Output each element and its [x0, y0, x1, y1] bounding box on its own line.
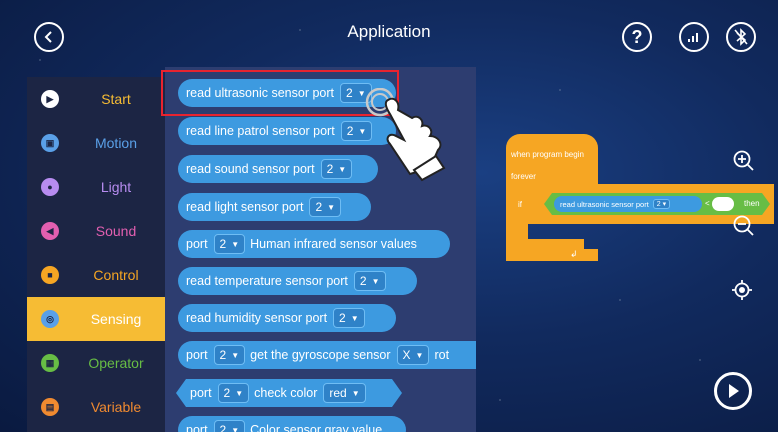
- bluetooth-off-icon: [734, 28, 748, 46]
- page-title: Application: [347, 22, 431, 41]
- sensor-icon: ◎: [41, 310, 59, 328]
- if-label: if: [518, 200, 522, 209]
- signal-button[interactable]: [679, 22, 709, 52]
- then-label: then: [744, 199, 760, 208]
- block-text: get the gyroscope sensor: [250, 348, 391, 362]
- block-text: read humidity sensor port: [186, 311, 328, 325]
- variable-icon: ▤: [41, 398, 59, 416]
- port-dropdown[interactable]: 2 ▼: [213, 234, 246, 254]
- block-human-infrared[interactable]: port 2 ▼ Human infrared sensor values: [178, 230, 450, 258]
- sidebar-item-label: Variable: [90, 399, 142, 415]
- hat-block-label: when program begin: [511, 150, 584, 159]
- block-text: port: [190, 386, 212, 400]
- sidebar-item-light[interactable]: ● Light: [27, 165, 165, 209]
- port-dropdown[interactable]: 2 ▼: [309, 197, 342, 217]
- block-text: read sound sensor port: [186, 162, 315, 176]
- top-bar: Application ?: [0, 0, 778, 68]
- port-dropdown[interactable]: 2 ▼: [213, 420, 246, 432]
- bulb-icon: ●: [41, 178, 59, 196]
- block-text: port: [186, 348, 208, 362]
- zoom-in-icon[interactable]: [733, 150, 755, 172]
- port-dropdown[interactable]: 2 ▾: [652, 199, 671, 209]
- forever-bottom: [506, 249, 598, 261]
- help-button[interactable]: ?: [622, 22, 652, 52]
- block-text: read line patrol sensor port: [186, 124, 335, 138]
- play-icon: [729, 384, 739, 398]
- run-button[interactable]: [714, 372, 752, 410]
- sidebar-item-label: Start: [101, 91, 131, 107]
- play-icon: ▶: [41, 90, 59, 108]
- block-gyroscope[interactable]: port 2 ▼ get the gyroscope sensor X ▼ rot: [178, 341, 476, 369]
- sidebar-item-label: Operator: [88, 355, 144, 371]
- loop-arrow-icon: ↲: [570, 249, 578, 259]
- gamepad-icon: ■: [41, 266, 59, 284]
- reporter-text: read ultrasonic sensor port: [560, 199, 649, 209]
- sidebar-item-label: Light: [100, 179, 132, 195]
- color-dropdown[interactable]: red ▼: [323, 383, 365, 403]
- port-dropdown[interactable]: 2 ▼: [353, 271, 386, 291]
- block-text: port: [186, 423, 208, 432]
- speaker-icon: ◀: [41, 222, 59, 240]
- axis-dropdown[interactable]: X ▼: [396, 345, 430, 365]
- block-read-light[interactable]: read light sensor port 2 ▼: [178, 193, 371, 221]
- operator-label: <: [705, 199, 710, 208]
- sidebar-item-motion[interactable]: ▣ Motion: [27, 121, 165, 165]
- block-check-color[interactable]: port 2 ▼ check color red ▼: [176, 379, 402, 407]
- port-dropdown[interactable]: 2 ▼: [218, 383, 250, 403]
- forever-label: forever: [511, 172, 536, 181]
- ultrasonic-sensor-reporter[interactable]: read ultrasonic sensor port 2 ▾: [554, 196, 702, 212]
- port-dropdown[interactable]: 2 ▼: [213, 345, 246, 365]
- sidebar-item-sensing[interactable]: ◎ Sensing: [27, 297, 165, 341]
- question-icon: ?: [631, 26, 643, 47]
- sidebar-item-sound[interactable]: ◀ Sound: [27, 209, 165, 253]
- tap-hand-icon: [365, 88, 446, 182]
- bluetooth-button[interactable]: [726, 22, 756, 52]
- calculator-icon: ▦: [41, 354, 59, 372]
- sidebar-item-variable[interactable]: ▤ Variable: [27, 385, 165, 429]
- category-sidebar: ▶ Start ▣ Motion ● Light ◀ Sound ■ Contr…: [27, 77, 165, 432]
- block-text: port: [186, 237, 208, 251]
- block-text: check color: [254, 386, 318, 400]
- block-text: read temperature sensor port: [186, 274, 348, 288]
- value-slot[interactable]: [712, 197, 734, 211]
- hat-block[interactable]: [506, 134, 598, 164]
- block-text: read light sensor port: [186, 200, 304, 214]
- signal-icon: [688, 33, 698, 42]
- zoom-out-icon[interactable]: [733, 215, 755, 237]
- block-text: rot: [434, 348, 450, 362]
- sidebar-item-start[interactable]: ▶ Start: [27, 77, 165, 121]
- port-dropdown[interactable]: 2 ▼: [320, 159, 353, 179]
- block-text: Color sensor gray value: [250, 423, 383, 432]
- sidebar-item-control[interactable]: ■ Control: [27, 253, 165, 297]
- block-text: Human infrared sensor values: [250, 237, 417, 251]
- sidebar-item-label: Sound: [95, 223, 137, 239]
- port-dropdown[interactable]: 2 ▼: [333, 308, 365, 328]
- block-read-sound[interactable]: read sound sensor port 2 ▼: [178, 155, 378, 183]
- block-text: read ultrasonic sensor port: [186, 86, 334, 100]
- block-read-temperature[interactable]: read temperature sensor port 2 ▼: [178, 267, 417, 295]
- car-icon: ▣: [41, 134, 59, 152]
- block-color-gray[interactable]: port 2 ▼ Color sensor gray value: [178, 416, 406, 432]
- if-bottom: [514, 239, 584, 249]
- sidebar-item-label: Control: [93, 267, 139, 283]
- block-read-humidity[interactable]: read humidity sensor port 2 ▼: [178, 304, 396, 332]
- sidebar-item-label: Sensing: [90, 311, 142, 327]
- sidebar-item-label: Motion: [94, 135, 138, 151]
- sidebar-item-operator[interactable]: ▦ Operator: [27, 341, 165, 385]
- recenter-icon[interactable]: [731, 279, 753, 301]
